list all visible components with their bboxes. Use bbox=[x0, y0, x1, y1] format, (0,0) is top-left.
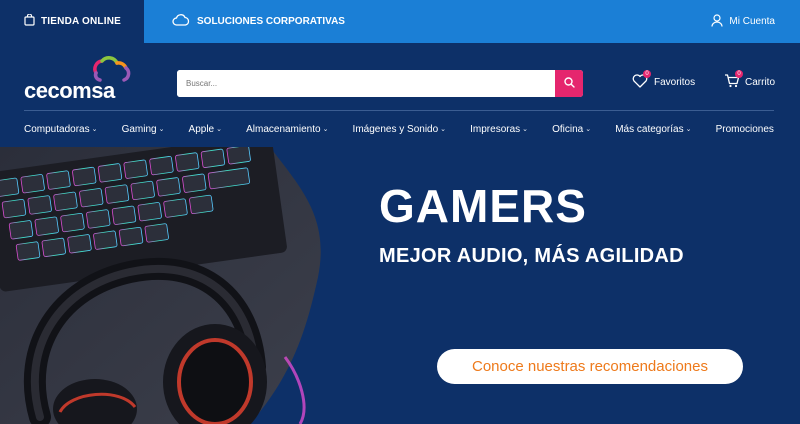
account-label: Mi Cuenta bbox=[729, 16, 775, 27]
favorites-link[interactable]: 0 Favoritos bbox=[632, 70, 696, 90]
logo-text: cecomsa bbox=[24, 78, 115, 103]
category-nav: Computadoras ⌄ Gaming ⌄ Apple ⌄ Almacenamie… bbox=[24, 111, 774, 147]
nav-item-label: Almacenamiento bbox=[246, 123, 321, 135]
tab-soluciones-corporativas[interactable]: SOLUCIONES CORPORATIVAS bbox=[144, 0, 800, 43]
nav-item-label: Gaming bbox=[121, 123, 157, 135]
cloud-icon bbox=[172, 14, 190, 29]
chevron-down-icon: ⌄ bbox=[685, 126, 692, 133]
search-input[interactable] bbox=[177, 70, 555, 97]
hero-title: GAMERS bbox=[379, 180, 587, 232]
nav-item-mas-categorias[interactable]: Más categorías ⌄ bbox=[615, 124, 691, 135]
nav-item-computadoras[interactable]: Computadoras ⌄ bbox=[24, 124, 97, 135]
top-strip: TIENDA ONLINE SOLUCIONES CORPORATIVAS Mi… bbox=[0, 0, 800, 43]
chevron-down-icon: ⌄ bbox=[158, 126, 165, 133]
nav-item-gaming[interactable]: Gaming ⌄ bbox=[122, 124, 165, 135]
nav-item-label: Oficina bbox=[552, 123, 584, 135]
search-button[interactable] bbox=[555, 70, 583, 97]
cart-label: Carrito bbox=[745, 76, 776, 88]
cart-link[interactable]: 0 Carrito bbox=[724, 70, 776, 90]
nav-item-apple[interactable]: Apple ⌄ bbox=[189, 124, 222, 135]
favorites-count-badge: 0 bbox=[643, 70, 651, 78]
nav-item-promociones[interactable]: Promociones bbox=[716, 124, 774, 135]
nav-item-label: Imágenes y Sonido bbox=[352, 123, 439, 135]
chevron-down-icon: ⌄ bbox=[216, 126, 222, 133]
nav-item-label: Más categorías bbox=[615, 123, 684, 135]
nav-item-label: Apple bbox=[188, 123, 215, 135]
heart-icon: 0 bbox=[632, 70, 651, 90]
nav-item-label: Impresoras bbox=[470, 123, 521, 135]
chevron-down-icon: ⌄ bbox=[91, 126, 98, 133]
hero-banner[interactable]: GAMERS MEJOR AUDIO, MÁS AGILIDAD Conoce … bbox=[0, 147, 800, 424]
tab-tienda-online-label: TIENDA ONLINE bbox=[41, 16, 122, 27]
hero-subtitle: MEJOR AUDIO, MÁS AGILIDAD bbox=[379, 245, 684, 267]
nav-item-impresoras[interactable]: Impresoras ⌄ bbox=[470, 124, 528, 135]
user-icon bbox=[711, 13, 724, 30]
chevron-down-icon: ⌄ bbox=[440, 126, 447, 133]
nav-item-label: Computadoras bbox=[24, 123, 90, 135]
nav-item-almacenamiento[interactable]: Almacenamiento ⌄ bbox=[246, 124, 328, 135]
hero-gaming-image bbox=[0, 147, 321, 424]
account-link[interactable]: Mi Cuenta bbox=[711, 0, 775, 43]
cta-button-recomendaciones[interactable]: Conoce nuestras recomendaciones bbox=[437, 349, 743, 384]
main-header: cecomsa 0 Favoritos 0 Carrito Computador… bbox=[0, 43, 800, 147]
favorites-label: Favoritos bbox=[654, 76, 696, 88]
chevron-down-icon: ⌄ bbox=[322, 126, 329, 133]
search-icon bbox=[563, 75, 575, 93]
chevron-down-icon: ⌄ bbox=[522, 126, 529, 133]
nav-item-label: Promociones bbox=[715, 123, 774, 135]
nav-item-oficina[interactable]: Oficina ⌄ bbox=[552, 124, 591, 135]
cart-icon: 0 bbox=[724, 70, 743, 90]
store-bag-icon bbox=[24, 13, 35, 29]
nav-item-imagenes-y-sonido[interactable]: Imágenes y Sonido ⌄ bbox=[353, 124, 447, 135]
tab-soluciones-corporativas-label: SOLUCIONES CORPORATIVAS bbox=[197, 16, 345, 27]
cart-count-badge: 0 bbox=[735, 70, 743, 78]
tab-tienda-online[interactable]: TIENDA ONLINE bbox=[0, 0, 144, 43]
search-bar bbox=[177, 70, 583, 97]
cecomsa-logo[interactable]: cecomsa bbox=[24, 51, 139, 106]
chevron-down-icon: ⌄ bbox=[585, 126, 592, 133]
